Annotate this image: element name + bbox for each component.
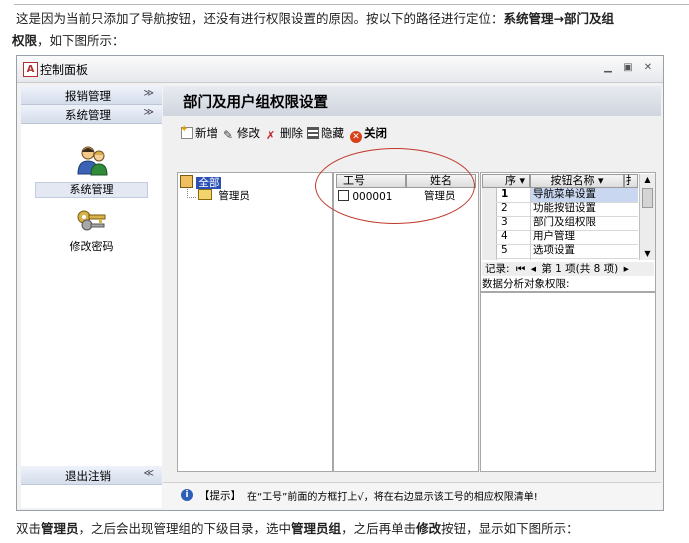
intro-bold: 系统管理→部门及组 [503,11,614,26]
outro-bold-2: 管理员组 [291,521,342,536]
button-name[interactable]: 导航菜单设置 [533,188,596,201]
record-label: 记录: [485,263,510,275]
highlight-ellipse [315,148,475,224]
chevron-down-icon: ≫ [143,88,154,99]
grid-line [496,258,638,259]
delete-label: 删除 [280,126,303,140]
sidebar: 报销管理 ≫ 系统管理 ≫ 系统管理 修改密码 退出注销 ≪ [21,86,162,508]
close-circle-icon: ✕ [350,131,362,143]
tree-connector [187,189,196,198]
edit-label: 修改 [237,126,260,140]
button-seq: 4 [501,230,508,242]
outro-bold-1: 管理员 [41,521,79,536]
window-titlebar: A 控制面板 ▁ ▣ ✕ [17,56,663,83]
scroll-up-icon[interactable]: ▲ [640,174,655,186]
hint-bar: i 【提示】 在“工号”前面的方框打上√，将在右边显示该工号的相应权限清单! [163,482,661,509]
intro-line2-bold: 权限 [12,33,38,48]
outro-text-3: ，之后再单击 [341,521,417,536]
minimize-icon[interactable]: ▁ [601,62,615,74]
outro-text-4: 按钮，显示如下图所示： [441,521,579,536]
hint-text: 在“工号”前面的方框打上√，将在右边显示该工号的相应权限清单! [247,492,538,503]
col-header-extra[interactable]: 扌 [624,174,638,188]
users-icon [74,144,109,176]
top-border-line [14,4,689,5]
button-seq: 3 [501,216,508,228]
vertical-scrollbar[interactable]: ▲ ▼ [639,174,655,260]
analysis-label: 数据分析对象权限: [482,278,570,290]
col-header-seq[interactable]: 序 ▾ [482,174,530,188]
col-header-button-name[interactable]: 按钮名称 ▾ [530,174,624,188]
prev-record-icon[interactable]: ◂ [531,263,536,275]
tree-item-admin-label: 管理员 [218,190,250,202]
sidebar-section-system[interactable]: 系统管理 ≫ [21,105,162,124]
page-title-bar: 部门及用户组权限设置 [163,86,661,116]
main-panel: 部门及用户组权限设置 ✦新增 ✎修改 ✗ 删除 隐藏 ✕关闭 全部 管理员 [163,86,661,509]
sidebar-item-password[interactable]: 修改密码 [21,208,162,254]
edit-button[interactable]: ✎ 修改 [223,125,260,141]
info-icon: i [181,489,193,501]
chevron-up-icon: ≪ [143,468,154,479]
add-label: 新增 [195,126,218,140]
group-icon [180,175,193,188]
sidebar-section-reimburse-label: 报销管理 [65,89,111,103]
scroll-thumb[interactable] [642,188,653,208]
hide-button[interactable]: 隐藏 [307,125,344,141]
sidebar-item-password-label: 修改密码 [69,240,114,253]
pencil-icon: ✎ [223,128,234,142]
delete-button[interactable]: ✗ 删除 [266,125,303,142]
record-navigator: 记录: ⏮ ◂ 第 1 项(共 8 项) ▸ [482,262,654,276]
keys-icon [77,210,105,231]
row-selector-column [482,188,497,260]
sidebar-item-system[interactable]: 系统管理 [21,144,162,200]
hint-tag: 【提示】 [199,490,241,502]
close-button[interactable]: ✕ 关闭 [350,125,387,143]
next-record-icon[interactable]: ▸ [624,263,629,275]
sidebar-item-system-label: 系统管理 [35,182,148,198]
close-icon[interactable]: ✕ [641,62,655,74]
folder-icon [198,189,212,200]
analysis-object-panel [480,292,656,472]
button-name[interactable]: 部门及组权限 [533,216,596,229]
first-record-icon[interactable]: ⏮ [516,263,525,275]
col-header-button-name-label: 按钮名称 [550,174,595,187]
tree-item-admin[interactable]: 管理员 [198,189,250,203]
intro-line-1: 这是因为当前只添加了导航按钮，还没有进行权限设置的原因。按以下的路径进行定位：系… [16,9,614,29]
button-name[interactable]: 功能按钮设置 [533,202,596,215]
app-icon: A [23,62,38,77]
sidebar-section-system-label: 系统管理 [65,108,111,122]
add-button[interactable]: ✦ 新增 [180,124,218,141]
tree-root[interactable]: 全部 [180,175,222,190]
button-name[interactable]: 选项设置 [533,244,575,257]
button-seq: 5 [501,244,508,256]
intro-line-2: 权限，如下图所示： [12,31,125,51]
new-document-icon: ✦ [180,124,193,139]
chevron-down-icon: ≫ [143,107,154,118]
page-title: 部门及用户组权限设置 [183,95,328,111]
outro-bold-3: 修改 [416,521,442,536]
logout-label: 退出注销 [65,469,111,483]
sidebar-section-reimburse[interactable]: 报销管理 ≫ [21,86,162,105]
scroll-down-icon[interactable]: ▼ [640,248,655,260]
intro-text: 这是因为当前只添加了导航按钮，还没有进行权限设置的原因。按以下的路径进行定位： [16,11,504,26]
logout-button[interactable]: 退出注销 ≪ [21,466,162,485]
grid-hide-icon [307,127,319,139]
hide-label: 隐藏 [321,126,344,140]
outro-text-2: ，之后会出现管理组的下级目录，选中 [78,521,292,536]
delete-icon: ✗ [266,129,276,142]
button-permission-grid: 序 ▾ 按钮名称 ▾ 扌 1 导航菜单设置 2 功能按钮设置 3 部门及组权限 … [480,172,656,292]
tree-root-label: 全部 [196,177,222,189]
maximize-icon[interactable]: ▣ [621,62,635,74]
outro-text-1: 双击 [16,521,42,536]
col-header-seq-label: 序 [504,174,516,187]
button-name[interactable]: 用户管理 [533,230,575,243]
button-seq: 2 [501,202,508,214]
department-tree: 全部 管理员 [177,172,333,472]
outro-line: 双击管理员，之后会出现管理组的下级目录，选中管理员组，之后再单击修改按钮，显示如… [16,519,579,539]
close-label: 关闭 [364,126,387,140]
intro-line2-text: ，如下图所示： [37,33,125,48]
window-title: 控制面板 [40,63,89,77]
control-panel-window: A 控制面板 ▁ ▣ ✕ 报销管理 ≫ 系统管理 ≫ 系统管理 修改密码 退出注… [16,55,664,511]
record-position: 第 1 项(共 8 项) [541,263,619,275]
button-seq: 1 [501,188,509,200]
